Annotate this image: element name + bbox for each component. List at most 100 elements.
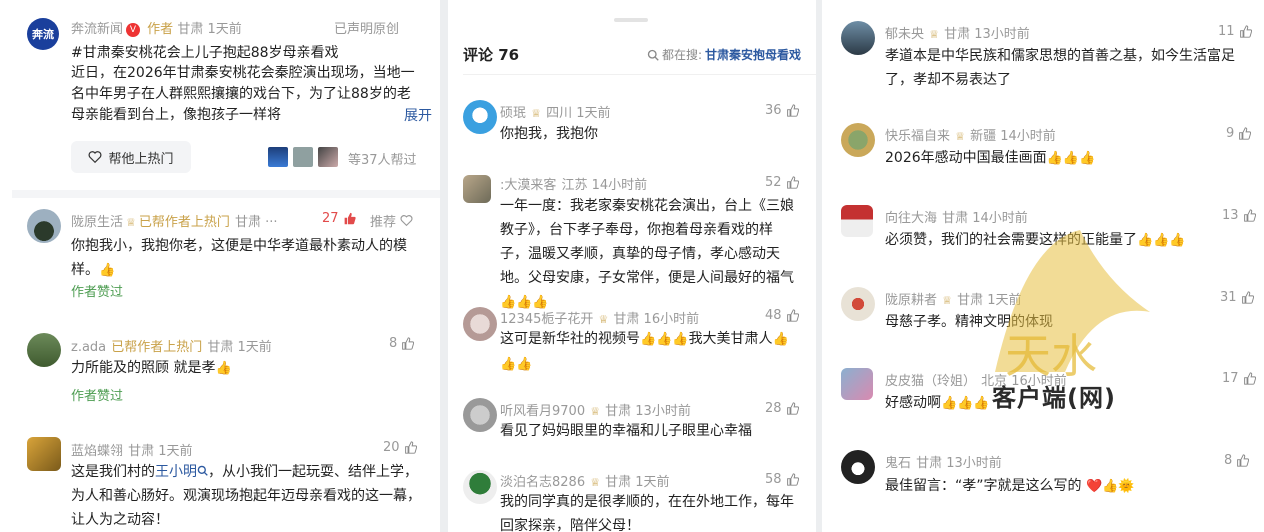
comment-username[interactable]: 硕珉: [500, 106, 526, 121]
comment-username[interactable]: 郁未央: [885, 27, 924, 42]
like-count: 13: [1222, 208, 1239, 223]
comment-avatar[interactable]: [841, 368, 873, 400]
thumb-up-icon: [786, 104, 799, 117]
like-button[interactable]: 58: [765, 472, 799, 487]
comment-location-time: 甘肃 1天前: [207, 340, 272, 355]
like-button[interactable]: 52: [765, 175, 799, 190]
comment-username[interactable]: 听风看月9700: [500, 404, 585, 419]
helper-avatar: [318, 147, 338, 167]
like-button[interactable]: 8: [1224, 453, 1250, 468]
heart-icon: [400, 215, 413, 227]
comment-location-time: 甘肃 14小时前: [942, 211, 1028, 226]
comment-avatar[interactable]: [27, 333, 61, 367]
like-button[interactable]: 11: [1218, 24, 1252, 39]
mention-link[interactable]: 王小明: [155, 464, 197, 480]
comment-avatar[interactable]: [841, 205, 873, 237]
like-button[interactable]: 27: [322, 211, 356, 226]
panel-gap: [440, 0, 448, 532]
like-button[interactable]: 36: [765, 103, 799, 118]
like-button[interactable]: 28: [765, 401, 799, 416]
comment-avatar[interactable]: [463, 470, 497, 504]
comment-text: 你抱我小，我抱你老，这便是中华孝道最朴素动人的模样。👍: [71, 234, 426, 283]
comment-username[interactable]: 12345栀子花开: [500, 312, 593, 327]
source-name[interactable]: 奔流新闻: [71, 22, 123, 37]
comment-username[interactable]: 皮皮猫（玲姐）: [885, 374, 976, 389]
comment-avatar[interactable]: [841, 123, 875, 157]
like-count: 11: [1218, 24, 1235, 39]
comment-avatar[interactable]: [27, 209, 61, 243]
like-button[interactable]: 20: [383, 440, 417, 455]
comment-avatar[interactable]: [463, 100, 497, 134]
post-header: 奔流新闻 V 作者 甘肃 1天前: [71, 18, 242, 37]
section-divider: [12, 190, 440, 198]
recommend-button[interactable]: 推荐: [370, 211, 413, 230]
comment-username[interactable]: 鬼石: [885, 456, 911, 471]
comment-username[interactable]: 淡泊名志8286: [500, 475, 585, 490]
comment-username[interactable]: z.ada: [71, 340, 106, 355]
post-hashtag[interactable]: #甘肃秦安桃花会上儿子抱起88岁母亲看戏: [71, 42, 339, 62]
comment-username[interactable]: 蓝焰蝶翎: [71, 444, 123, 459]
like-count: 28: [765, 401, 782, 416]
boost-hot-button[interactable]: 帮他上热门: [71, 141, 191, 173]
comment-header: 快乐福自来 ♕ 新疆 14小时前: [885, 125, 1056, 144]
post-panel: 奔流 奔流新闻 V 作者 甘肃 1天前 已声明原创 #甘肃秦安桃花会上儿子抱起88…: [0, 0, 440, 532]
comment-header: z.ada 已帮作者上热门 甘肃 1天前: [71, 336, 272, 355]
post-location-time: 甘肃 1天前: [177, 22, 242, 37]
comment-username[interactable]: :大漠来客: [500, 178, 556, 193]
level-badge-icon: ♕: [955, 130, 965, 143]
comment-text: 母慈子孝。精神文明的体现: [885, 314, 1053, 330]
comment-username[interactable]: 陇原耕者: [885, 293, 937, 308]
comment-avatar[interactable]: [463, 307, 497, 341]
comment-avatar[interactable]: [463, 175, 491, 203]
comment-header: 听风看月9700 ♕ 甘肃 13小时前: [500, 400, 691, 419]
comment-username[interactable]: 向往大海: [885, 211, 937, 226]
like-button[interactable]: 9: [1226, 126, 1252, 141]
thumb-up-icon: [402, 337, 415, 350]
comment-text: 必须赞，我们的社会需要这样的正能量了👍👍👍: [885, 228, 1245, 253]
author-liked-label: 作者赞过: [71, 389, 124, 404]
comment-avatar[interactable]: [841, 287, 875, 321]
heart-plus-icon: [89, 151, 102, 164]
comment-header: 蓝焰蝶翎 甘肃 1天前: [71, 440, 193, 459]
like-button[interactable]: 17: [1222, 371, 1256, 386]
drag-handle[interactable]: [614, 18, 648, 22]
source-logo[interactable]: 奔流: [27, 18, 59, 50]
thumb-up-filled-icon: [344, 212, 356, 225]
heart-thumbs-sun-emoji: ❤️👍🌞: [1085, 479, 1135, 494]
comment-avatar[interactable]: [841, 21, 875, 55]
like-button[interactable]: 8: [389, 336, 415, 351]
thumbs-up-emoji: 👍👍👍: [640, 332, 689, 347]
expand-link[interactable]: 展开: [390, 105, 432, 125]
trending-search[interactable]: 都在搜: 甘肃秦安抱母看戏: [647, 46, 801, 63]
helpers-count: 等37人帮过: [348, 153, 417, 168]
search-prefix: 都在搜:: [661, 48, 702, 62]
comment-avatar[interactable]: [27, 437, 61, 471]
comment-text: 最佳留言：“孝”字就是这么写的 ❤️👍🌞: [885, 474, 1245, 499]
post-body: 近日，在2026年甘肃秦安桃花会秦腔演出现场，当地一名中年男子在人群熙熙攘攘的戏…: [71, 63, 421, 123]
level-badge-icon: ♕: [590, 476, 601, 489]
like-button[interactable]: 13: [1222, 208, 1256, 223]
thumbs-up-emoji: 👍👍👍: [1046, 151, 1096, 166]
comment-username[interactable]: 陇原生活: [71, 215, 123, 230]
comment-body-cont: 我大美甘肃人: [688, 331, 773, 347]
verified-icon: V: [126, 22, 141, 37]
like-button[interactable]: 48: [765, 308, 799, 323]
level-badge-icon: ♕: [590, 405, 601, 418]
like-count: 52: [765, 175, 782, 190]
comment-body: 你抱我小，我抱你老，这便是中华孝道最朴素动人的模样。: [71, 238, 407, 278]
comment-avatar[interactable]: [463, 398, 497, 432]
comment-header: 淡泊名志8286 ♕ 甘肃 1天前: [500, 471, 670, 490]
comment-location-time: 甘肃 ···: [235, 215, 278, 230]
level-badge-icon: ♕: [126, 216, 136, 229]
search-term[interactable]: 甘肃秦安抱母看戏: [705, 46, 801, 63]
helper-avatar: [293, 147, 313, 167]
like-button[interactable]: 31: [1220, 290, 1254, 305]
comment-text: 这是我们村的王小明 ，从小我们一起玩耍、结伴上学，为人和善心肠好。观演现场抱起年迈…: [71, 460, 426, 532]
comment-avatar[interactable]: [841, 450, 875, 484]
comment-username[interactable]: 快乐福自来: [885, 129, 950, 144]
comments-title: 评论 76: [463, 46, 520, 64]
comment-location-time: 甘肃 16小时前: [613, 312, 700, 327]
comment-location-time: 甘肃 1天前: [128, 444, 193, 459]
thumb-up-icon: [1243, 372, 1256, 385]
author-tag: 作者: [147, 22, 174, 37]
